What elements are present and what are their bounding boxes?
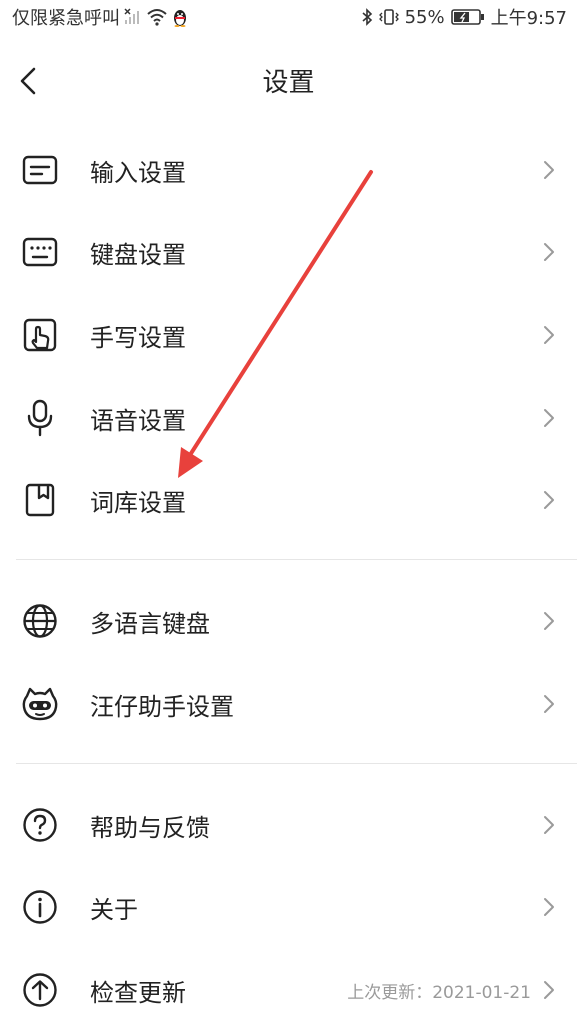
- settings-item-label: 词库设置: [90, 488, 186, 517]
- chevron-right-icon: [544, 161, 554, 179]
- page-title: 设置: [262, 68, 315, 98]
- settings-item-about[interactable]: 关于: [0, 866, 577, 948]
- upload-arrow-icon: [20, 970, 60, 1010]
- settings-item-multilanguage[interactable]: 多语言键盘: [0, 580, 577, 662]
- mascot-icon: [20, 684, 60, 724]
- signal-icon: [124, 8, 142, 26]
- qq-penguin-icon: [172, 7, 188, 27]
- settings-item-label: 检查更新: [90, 978, 186, 1007]
- settings-item-dictionary[interactable]: 词库设置: [0, 459, 577, 541]
- settings-item-voice[interactable]: 语音设置: [0, 377, 577, 459]
- chevron-right-icon: [544, 816, 554, 834]
- chevron-right-icon: [544, 243, 554, 261]
- settings-item-label: 键盘设置: [90, 240, 186, 269]
- settings-item-label: 手写设置: [90, 323, 186, 352]
- settings-item-keyboard[interactable]: 键盘设置: [0, 211, 577, 293]
- chevron-right-icon: [544, 326, 554, 344]
- settings-item-handwriting[interactable]: 手写设置: [0, 294, 577, 376]
- text-box-icon: [20, 150, 60, 190]
- chevron-right-icon: [544, 491, 554, 509]
- section-divider: [16, 559, 577, 560]
- settings-item-assistant[interactable]: 汪仔助手设置: [0, 663, 577, 745]
- status-right: 55% 上午9:57: [361, 4, 567, 30]
- question-icon: [20, 805, 60, 845]
- dictionary-icon: [20, 480, 60, 520]
- app-bar: 设置: [0, 44, 577, 120]
- chevron-right-icon: [544, 981, 554, 999]
- settings-item-label: 帮助与反馈: [90, 813, 210, 842]
- settings-item-label: 多语言键盘: [90, 609, 210, 638]
- handwriting-icon: [20, 315, 60, 355]
- chevron-right-icon: [544, 612, 554, 630]
- clock: 上午9:57: [490, 8, 567, 29]
- settings-item-label: 语音设置: [90, 406, 186, 435]
- settings-item-label: 输入设置: [90, 158, 186, 187]
- settings-item-help[interactable]: 帮助与反馈: [0, 784, 577, 866]
- wifi-icon: [146, 8, 168, 26]
- status-bar: 仅限紧急呼叫 55% 上午9:57: [0, 0, 577, 34]
- chevron-right-icon: [544, 409, 554, 427]
- status-left: 仅限紧急呼叫: [12, 4, 188, 30]
- settings-item-label: 关于: [90, 895, 138, 924]
- settings-item-check-update[interactable]: 检查更新 上次更新：2021-01-21: [0, 949, 577, 1031]
- section-divider: [16, 763, 577, 764]
- battery-percent: 55%: [404, 6, 445, 28]
- last-update-text: 上次更新：2021-01-21: [347, 982, 531, 1003]
- vibrate-icon: [378, 8, 399, 26]
- info-icon: [20, 887, 60, 927]
- settings-item-input[interactable]: 输入设置: [0, 129, 577, 211]
- keyboard-icon: [20, 232, 60, 272]
- carrier-text: 仅限紧急呼叫: [12, 8, 120, 29]
- bluetooth-icon: [361, 8, 373, 26]
- microphone-icon: [20, 398, 60, 438]
- chevron-right-icon: [544, 898, 554, 916]
- globe-icon: [20, 601, 60, 641]
- chevron-right-icon: [544, 695, 554, 713]
- battery-icon: [450, 8, 485, 26]
- settings-item-label: 汪仔助手设置: [90, 692, 234, 721]
